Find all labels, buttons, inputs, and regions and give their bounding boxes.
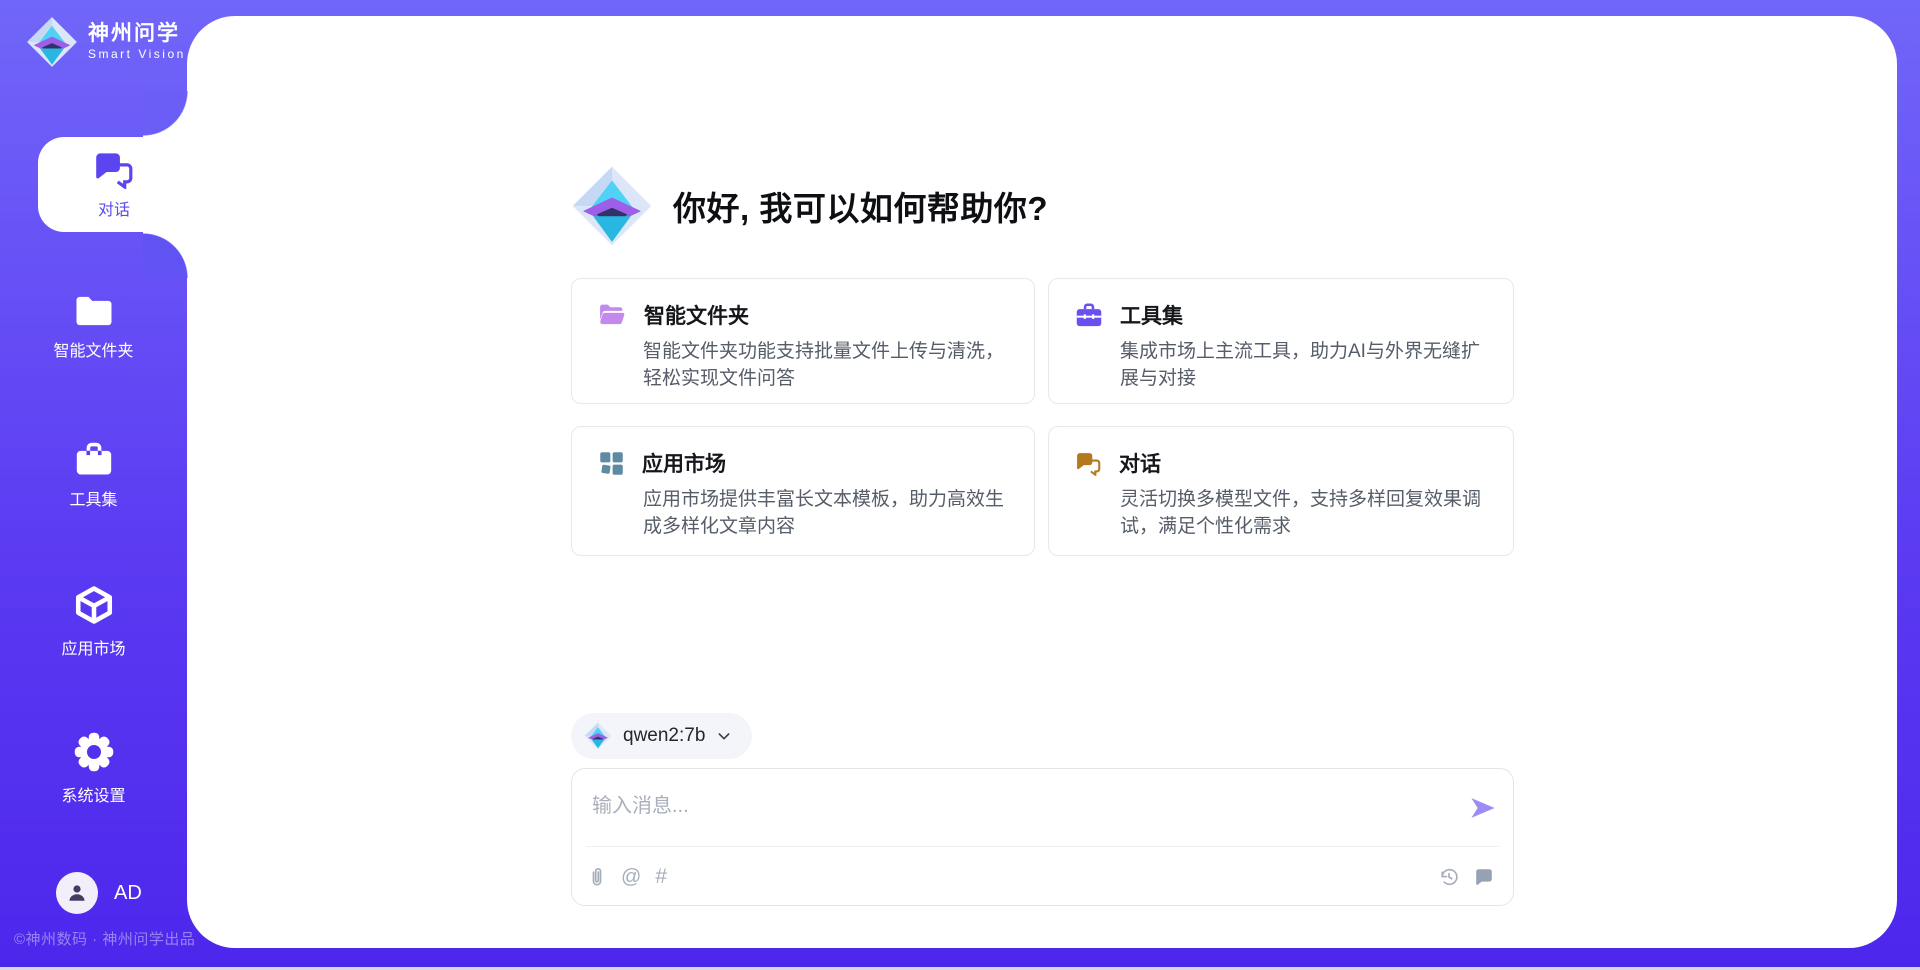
card-description: 应用市场提供丰富长文本模板，助力高效生成多样化文章内容 bbox=[643, 487, 1008, 541]
card-description: 灵活切换多模型文件，支持多样回复效果调试，满足个性化需求 bbox=[1120, 487, 1487, 541]
tab-fillet-bottom bbox=[143, 232, 189, 278]
model-selector[interactable]: qwen2:7b bbox=[571, 713, 752, 759]
user-avatar-icon bbox=[65, 881, 89, 905]
mention-icon: @ bbox=[621, 866, 641, 889]
greeting-title: 你好, 我可以如何帮助你? bbox=[673, 182, 1048, 230]
feedback-chat-icon bbox=[1473, 866, 1495, 888]
model-name: qwen2:7b bbox=[623, 725, 705, 747]
app-name: 神州问学 bbox=[88, 22, 186, 45]
history-button[interactable] bbox=[1438, 866, 1460, 888]
main-panel: 你好, 我可以如何帮助你? 智能文件夹 智能文件夹功能支持批量文件上传与清洗，轻… bbox=[187, 16, 1897, 948]
hashtag-button[interactable]: # bbox=[655, 865, 667, 889]
feature-card-toolset[interactable]: 工具集 集成市场上主流工具，助力AI与外界无缝扩展与对接 bbox=[1048, 278, 1514, 404]
logo-diamond-icon bbox=[571, 165, 653, 247]
feature-card-app-market[interactable]: 应用市场 应用市场提供丰富长文本模板，助力高效生成多样化文章内容 bbox=[571, 426, 1035, 556]
sidebar-item-label: 工具集 bbox=[69, 486, 117, 510]
card-title: 智能文件夹 bbox=[644, 300, 749, 330]
sidebar-item-settings[interactable]: 系统设置 bbox=[0, 731, 187, 806]
card-title: 对话 bbox=[1119, 448, 1161, 478]
footer-credit: ©神州数码 · 神州问学出品 bbox=[14, 928, 195, 949]
send-button[interactable] bbox=[1469, 793, 1499, 823]
composer-toolbar: @ # bbox=[572, 847, 1513, 907]
toolbox-icon bbox=[1075, 302, 1103, 328]
logo-diamond-icon bbox=[26, 16, 78, 68]
content-column: 你好, 我可以如何帮助你? 智能文件夹 智能文件夹功能支持批量文件上传与清洗，轻… bbox=[571, 16, 1514, 948]
grid-icon bbox=[598, 450, 625, 477]
sidebar-item-label: 系统设置 bbox=[61, 782, 125, 806]
attach-button[interactable] bbox=[587, 866, 607, 888]
sidebar-item-label: 智能文件夹 bbox=[53, 337, 133, 361]
sidebar-item-label: 对话 bbox=[98, 196, 130, 220]
card-title: 工具集 bbox=[1120, 300, 1183, 330]
sidebar-item-smart-folder[interactable]: 智能文件夹 bbox=[0, 294, 187, 361]
greeting-row: 你好, 我可以如何帮助你? bbox=[571, 165, 1048, 247]
feedback-button[interactable] bbox=[1473, 866, 1495, 888]
toolbox-icon bbox=[74, 441, 114, 477]
hashtag-icon: # bbox=[655, 865, 667, 889]
card-description: 集成市场上主流工具，助力AI与外界无缝扩展与对接 bbox=[1120, 339, 1487, 393]
gear-icon bbox=[73, 731, 115, 773]
mention-button[interactable]: @ bbox=[621, 866, 641, 889]
chat-icon bbox=[93, 150, 135, 189]
feature-cards: 智能文件夹 智能文件夹功能支持批量文件上传与清洗，轻松实现文件问答 bbox=[571, 278, 1514, 556]
user-profile[interactable]: AD bbox=[56, 872, 142, 914]
chat-icon bbox=[1075, 451, 1102, 476]
feature-card-chat[interactable]: 对话 灵活切换多模型文件，支持多样回复效果调试，满足个性化需求 bbox=[1048, 426, 1514, 556]
sidebar-item-toolset[interactable]: 工具集 bbox=[0, 441, 187, 510]
composer: @ # bbox=[571, 768, 1514, 906]
sidebar-item-label: 应用市场 bbox=[61, 635, 125, 659]
avatar bbox=[56, 872, 98, 914]
sidebar-item-chat[interactable]: 对话 bbox=[38, 137, 190, 232]
tab-fillet-top bbox=[143, 91, 189, 137]
cube-icon bbox=[73, 584, 115, 626]
card-title: 应用市场 bbox=[642, 448, 726, 478]
logo-diamond-icon bbox=[584, 722, 612, 750]
feature-card-smart-folder[interactable]: 智能文件夹 智能文件夹功能支持批量文件上传与清洗，轻松实现文件问答 bbox=[571, 278, 1035, 404]
paperclip-icon bbox=[587, 866, 607, 888]
user-name: AD bbox=[114, 882, 142, 905]
folder-icon bbox=[598, 302, 627, 328]
send-icon bbox=[1469, 794, 1499, 822]
card-description: 智能文件夹功能支持批量文件上传与清洗，轻松实现文件问答 bbox=[643, 339, 1008, 393]
history-icon bbox=[1438, 866, 1460, 888]
message-input[interactable] bbox=[592, 789, 1432, 823]
app-subtitle: Smart Vision bbox=[88, 48, 186, 61]
app-logo: 神州问学 Smart Vision bbox=[26, 16, 186, 68]
sidebar-item-app-market[interactable]: 应用市场 bbox=[0, 584, 187, 659]
folder-icon bbox=[74, 294, 114, 328]
chevron-down-icon bbox=[716, 728, 732, 744]
